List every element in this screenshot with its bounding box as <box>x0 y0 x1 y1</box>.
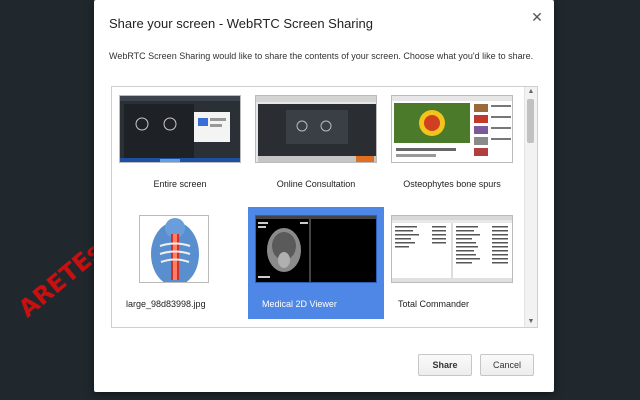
source-thumbnail <box>391 95 513 163</box>
dialog-title: Share your screen - WebRTC Screen Sharin… <box>109 16 373 31</box>
source-label: Total Commander <box>398 299 470 309</box>
source-tile-entire-screen[interactable]: Entire screen <box>112 87 248 199</box>
scroll-up-icon[interactable]: ▲ <box>525 87 537 97</box>
scroll-down-icon[interactable]: ▼ <box>525 317 537 327</box>
source-tile-large-jpg[interactable]: large_98d83998.jpg <box>112 207 248 319</box>
share-button[interactable]: Share <box>418 354 472 376</box>
source-thumbnail <box>255 215 377 283</box>
source-label: Osteophytes bone spurs <box>403 179 501 189</box>
source-label: large_98d83998.jpg <box>126 299 206 309</box>
picker-scrollbar[interactable]: ▲ ▼ <box>524 87 537 327</box>
source-label: Online Consultation <box>276 179 356 189</box>
dialog-description: WebRTC Screen Sharing would like to shar… <box>109 51 534 61</box>
scroll-thumb[interactable] <box>527 99 534 143</box>
source-label: Medical 2D Viewer <box>262 299 337 309</box>
source-thumbnail <box>391 215 513 283</box>
source-thumbnail <box>139 215 209 283</box>
source-tile-total-commander[interactable]: Total Commander <box>384 207 520 319</box>
share-screen-dialog: Share your screen - WebRTC Screen Sharin… <box>94 0 554 392</box>
source-thumbnail <box>119 95 241 163</box>
source-tile-osteophytes[interactable]: Osteophytes bone spurs <box>384 87 520 199</box>
source-thumbnail <box>255 95 377 163</box>
source-label: Entire screen <box>153 179 207 189</box>
source-tile-online-consultation[interactable]: Online Consultation <box>248 87 384 199</box>
cancel-button[interactable]: Cancel <box>480 354 534 376</box>
close-icon[interactable]: ✕ <box>530 10 544 24</box>
source-picker: Entire screen Online Consultation Osteop… <box>111 86 538 328</box>
source-tile-medical-2d-viewer[interactable]: Medical 2D Viewer <box>248 207 384 319</box>
